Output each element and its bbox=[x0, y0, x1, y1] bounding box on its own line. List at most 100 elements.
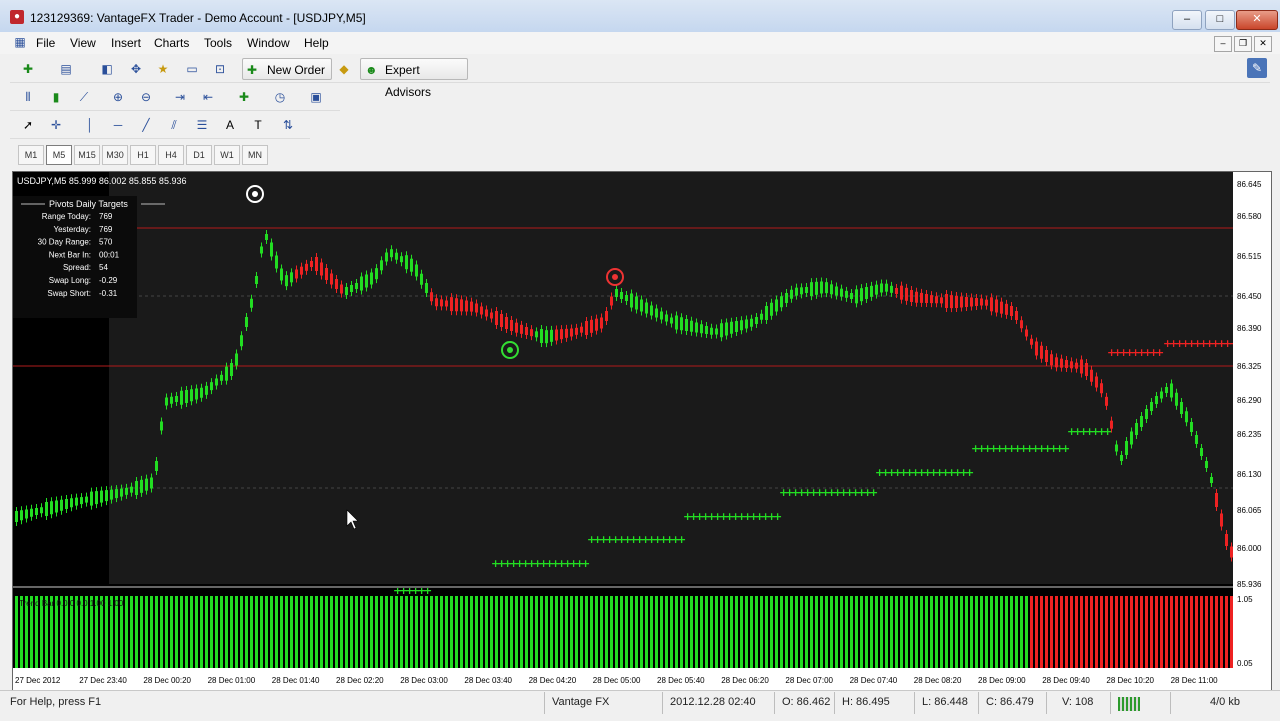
tf-d1[interactable]: D1 bbox=[186, 145, 212, 165]
autoscroll-icon[interactable]: ⇤ bbox=[198, 87, 218, 107]
menu-charts[interactable]: Charts bbox=[154, 36, 189, 50]
maximize-button[interactable]: □ bbox=[1205, 10, 1235, 30]
signal-marker bbox=[507, 347, 513, 353]
candle bbox=[470, 301, 473, 312]
trend-bar bbox=[1090, 596, 1093, 668]
candle bbox=[770, 302, 773, 316]
trend-bar bbox=[760, 596, 763, 668]
trend-bar bbox=[1000, 596, 1003, 668]
candle bbox=[480, 306, 483, 315]
mdi-minimize-button[interactable]: – bbox=[1214, 36, 1232, 52]
menu-file[interactable]: File bbox=[36, 36, 55, 50]
candle bbox=[780, 296, 783, 308]
candle bbox=[975, 298, 978, 306]
fibonacci-icon[interactable]: ☰ bbox=[192, 115, 212, 135]
crosshair-icon[interactable]: ✛ bbox=[46, 115, 66, 135]
tf-m15[interactable]: M15 bbox=[74, 145, 100, 165]
candle bbox=[55, 500, 58, 513]
trend-bar bbox=[360, 596, 363, 668]
candle bbox=[715, 328, 718, 335]
candle bbox=[200, 387, 203, 398]
chat-icon[interactable]: ✎ bbox=[1247, 58, 1267, 78]
menu-window[interactable]: Window bbox=[247, 36, 290, 50]
mdi-close-button[interactable]: ✕ bbox=[1254, 36, 1272, 52]
market-watch-icon[interactable]: ◧ bbox=[97, 59, 117, 79]
candlestick-icon[interactable]: ▮ bbox=[46, 87, 66, 107]
trend-bar bbox=[565, 596, 568, 668]
chart-window-icon[interactable]: ▦ bbox=[12, 34, 28, 50]
price-chart[interactable]: ++++++++++++++++++++++++++++++++++++++++… bbox=[13, 172, 1271, 690]
tf-w1[interactable]: W1 bbox=[214, 145, 240, 165]
price-axis-label: 86.515 bbox=[1237, 252, 1262, 261]
chart-shift-icon[interactable]: ⇥ bbox=[170, 87, 190, 107]
menu-help[interactable]: Help bbox=[304, 36, 329, 50]
candle bbox=[680, 317, 683, 331]
tf-h4[interactable]: H4 bbox=[158, 145, 184, 165]
profiles-icon[interactable]: ▤ bbox=[56, 59, 76, 79]
menu-insert[interactable]: Insert bbox=[111, 36, 141, 50]
candle bbox=[160, 421, 163, 431]
candle bbox=[510, 320, 513, 331]
connection-icon[interactable] bbox=[1118, 697, 1140, 711]
trend-bar bbox=[210, 596, 213, 668]
tf-mn[interactable]: MN bbox=[242, 145, 268, 165]
text-label-icon[interactable]: T bbox=[248, 115, 268, 135]
app-icon[interactable]: ● bbox=[10, 10, 24, 24]
time-axis-label: 27 Dec 2012 bbox=[15, 676, 61, 685]
bar-chart-icon[interactable]: ⫴ bbox=[18, 87, 38, 107]
trend-bar bbox=[1040, 596, 1043, 668]
trend-bar bbox=[480, 596, 483, 668]
menu-tools[interactable]: Tools bbox=[204, 36, 232, 50]
mdi-restore-button[interactable]: ❐ bbox=[1234, 36, 1252, 52]
pivot-row-label: Swap Short: bbox=[47, 289, 91, 298]
terminal-icon[interactable]: ▭ bbox=[182, 59, 202, 79]
channel-icon[interactable]: ⫽ bbox=[164, 115, 184, 135]
periods-icon[interactable]: ◷ bbox=[270, 87, 290, 107]
tf-h1[interactable]: H1 bbox=[130, 145, 156, 165]
new-order-button[interactable]: ✚ New Order bbox=[242, 58, 332, 80]
data-window-icon[interactable]: ✥ bbox=[126, 59, 146, 79]
horizontal-line-icon[interactable]: ─ bbox=[108, 115, 128, 135]
trend-bar bbox=[840, 596, 843, 668]
candle bbox=[575, 327, 578, 335]
arrows-icon[interactable]: ⇅ bbox=[278, 115, 298, 135]
trend-bar bbox=[15, 596, 18, 668]
trendline-icon[interactable]: ╱ bbox=[136, 115, 156, 135]
price-axis-label: 86.325 bbox=[1237, 362, 1262, 371]
new-chart-icon[interactable]: ✚ bbox=[18, 59, 38, 79]
chart-window[interactable]: + + + + + + + + + + + + + + + + + + + + + + + + + + + + + + + + + + + + + + + +… bbox=[12, 171, 1272, 691]
cursor-icon[interactable]: ➚ bbox=[18, 115, 38, 135]
tf-m30[interactable]: M30 bbox=[102, 145, 128, 165]
tf-m1[interactable]: M1 bbox=[18, 145, 44, 165]
candle bbox=[425, 283, 428, 293]
templates-icon[interactable]: ▣ bbox=[306, 87, 326, 107]
candle bbox=[530, 329, 533, 337]
indicators-icon[interactable]: ✚ bbox=[234, 87, 254, 107]
trend-bar bbox=[1160, 596, 1163, 668]
candle bbox=[475, 303, 478, 313]
trend-bar bbox=[615, 596, 618, 668]
text-icon[interactable]: A bbox=[220, 115, 240, 135]
trend-bar bbox=[200, 596, 203, 668]
expert-advisors-button[interactable]: ☻ Expert Advisors bbox=[360, 58, 468, 99]
candle bbox=[545, 330, 548, 344]
line-chart-icon[interactable]: ⟋ bbox=[74, 87, 94, 107]
candle bbox=[195, 388, 198, 400]
close-button[interactable]: ✕ bbox=[1236, 10, 1278, 30]
tf-m5[interactable]: M5 bbox=[46, 145, 72, 165]
vertical-line-icon[interactable]: │ bbox=[80, 115, 100, 135]
strategy-tester-icon[interactable]: ⊡ bbox=[210, 59, 230, 79]
status-high: H: 86.495 bbox=[842, 696, 890, 708]
minimize-button[interactable]: – bbox=[1172, 10, 1202, 30]
candle bbox=[590, 319, 593, 333]
navigator-icon[interactable]: ★ bbox=[153, 59, 173, 79]
candle bbox=[1150, 402, 1153, 411]
metaeditor-icon[interactable]: ◆ bbox=[334, 59, 354, 79]
candle bbox=[935, 296, 938, 304]
candle bbox=[250, 298, 253, 308]
candle bbox=[175, 396, 178, 402]
menu-view[interactable]: View bbox=[70, 36, 96, 50]
zoom-out-icon[interactable]: ⊖ bbox=[136, 87, 156, 107]
zoom-in-icon[interactable]: ⊕ bbox=[108, 87, 128, 107]
candle bbox=[65, 499, 68, 509]
